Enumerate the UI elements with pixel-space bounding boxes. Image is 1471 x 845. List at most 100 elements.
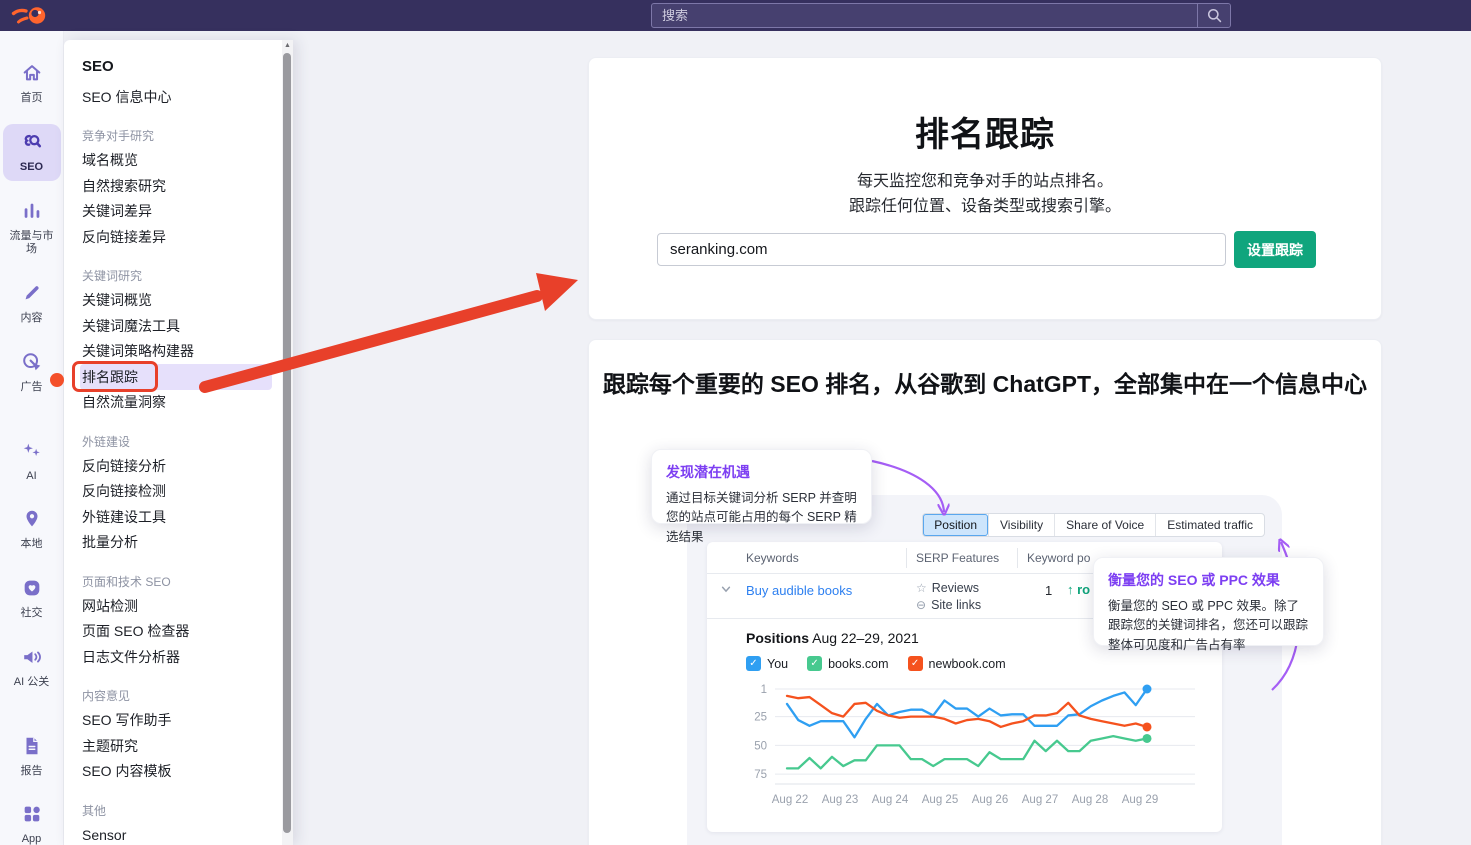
menu-item-页面-seo-检查器[interactable]: 页面 SEO 检查器 xyxy=(82,619,274,645)
bar-chart-icon xyxy=(21,200,43,227)
topbar xyxy=(0,0,1471,31)
menu-item-关键词魔法工具[interactable]: 关键词魔法工具 xyxy=(82,313,274,339)
sidebar-item-local[interactable]: 本地 xyxy=(3,501,61,558)
arrow-up-icon: ↑ xyxy=(1067,582,1077,597)
chart-heading: Positions Aug 22–29, 2021 xyxy=(746,630,919,646)
menu-item-关键词概览[interactable]: 关键词概览 xyxy=(82,288,274,314)
tooltip-measure-results: 衡量您的 SEO 或 PPC 效果 衡量您的 SEO 或 PPC 效果。除了跟踪… xyxy=(1093,557,1324,646)
home-icon xyxy=(21,62,43,89)
sidebar-item-content[interactable]: 内容 xyxy=(3,275,61,332)
legend-item-newbook.com[interactable]: ✓newbook.com xyxy=(908,656,1006,671)
search-input[interactable] xyxy=(652,4,1197,27)
legend-item-books.com[interactable]: ✓books.com xyxy=(807,656,888,671)
sidebar-item-seo[interactable]: SEO xyxy=(3,124,61,181)
menu-item-域名概览[interactable]: 域名概览 xyxy=(82,148,274,174)
menu-item-日志文件分析器[interactable]: 日志文件分析器 xyxy=(82,644,274,670)
sidebar-item-social[interactable]: 社交 xyxy=(3,570,61,627)
tab-estimated-traffic[interactable]: Estimated traffic xyxy=(1155,514,1264,536)
flyout-section-header: 外链建设 xyxy=(82,429,293,453)
legend-checkbox[interactable]: ✓ xyxy=(807,656,822,671)
menu-item-反向链接分析[interactable]: 反向链接分析 xyxy=(82,453,274,479)
flyout-section-header: 页面和技术 SEO xyxy=(82,569,293,593)
map-pin-icon xyxy=(21,508,43,535)
sidebar-item-ai-pr[interactable]: AI 公关 xyxy=(3,639,61,696)
sidebar-item-label: 流量与市场 xyxy=(5,230,59,258)
tab-position[interactable]: Position xyxy=(923,514,988,536)
flyout-scrollbar[interactable]: ▲ xyxy=(282,40,293,845)
set-tracking-button[interactable]: 设置跟踪 xyxy=(1234,231,1316,268)
rank-tracking-hero-card: 排名跟踪 每天监控您和竞争对手的站点排名。 跟踪任何位置、设备类型或搜索引擎。 … xyxy=(588,57,1382,320)
sidebar-item-label: AI 公关 xyxy=(14,676,49,690)
menu-item-seo-信息中心[interactable]: SEO 信息中心 xyxy=(82,84,274,110)
site-links-icon: ⊖ xyxy=(916,598,926,612)
scroll-up-arrow[interactable]: ▲ xyxy=(283,42,292,49)
keyword-position-value: 1 xyxy=(1045,583,1052,598)
sparkles-icon xyxy=(21,440,43,467)
sidebar-item-ai[interactable]: AI xyxy=(3,433,61,490)
app-grid-icon xyxy=(21,803,43,830)
heart-badge-icon xyxy=(21,577,43,604)
sidebar-item-label: AI xyxy=(26,470,36,484)
sidebar-item-traffic-market[interactable]: 流量与市场 xyxy=(3,193,61,264)
tab-visibility[interactable]: Visibility xyxy=(988,514,1054,536)
menu-item-自然流量洞察[interactable]: 自然流量洞察 xyxy=(82,390,274,416)
pencil-icon xyxy=(21,282,43,309)
seo-icon xyxy=(21,131,43,158)
legend-checkbox[interactable]: ✓ xyxy=(746,656,761,671)
domain-input[interactable] xyxy=(657,233,1226,266)
rank-tracker-mockup: PositionVisibilityShare of VoiceEstimate… xyxy=(687,495,1282,845)
sidebar-item-app-center[interactable]: App Center xyxy=(3,796,61,845)
menu-item-主题研究[interactable]: 主题研究 xyxy=(82,733,274,759)
column-serp-features: SERP Features xyxy=(916,551,999,565)
report-icon xyxy=(21,735,43,762)
svg-text:Aug 22: Aug 22 xyxy=(772,794,808,806)
menu-item-seo-写作助手[interactable]: SEO 写作助手 xyxy=(82,708,274,734)
keyword-link[interactable]: Buy audible books xyxy=(746,583,852,598)
global-search xyxy=(651,3,1231,28)
menu-item-反向链接差异[interactable]: 反向链接差异 xyxy=(82,224,274,250)
svg-text:50: 50 xyxy=(754,740,767,752)
svg-text:Aug 25: Aug 25 xyxy=(922,794,958,806)
legend-checkbox[interactable]: ✓ xyxy=(908,656,923,671)
mockup-tabs: PositionVisibilityShare of VoiceEstimate… xyxy=(922,513,1265,537)
search-icon xyxy=(1206,7,1223,24)
chevron-down-icon[interactable] xyxy=(720,583,732,595)
sidebar-item-label: 首页 xyxy=(21,92,43,106)
feature-title: 跟踪每个重要的 SEO 排名，从谷歌到 ChatGPT，全部集中在一个信息中心 xyxy=(595,366,1375,403)
sidebar-item-label: 社交 xyxy=(21,607,43,621)
svg-text:Aug 24: Aug 24 xyxy=(872,794,909,806)
sidebar-item-label: 广告 xyxy=(21,381,43,395)
svg-text:75: 75 xyxy=(754,769,767,781)
chart-legend: ✓You ✓books.com ✓newbook.com xyxy=(746,656,1006,671)
flyout-section-header: 竞争对手研究 xyxy=(82,124,293,148)
sidebar-item-label: 报告 xyxy=(21,765,43,779)
search-button[interactable] xyxy=(1197,4,1230,27)
semrush-logo[interactable] xyxy=(10,3,56,28)
menu-item-关键词差异[interactable]: 关键词差异 xyxy=(82,199,274,225)
tab-share-of-voice[interactable]: Share of Voice xyxy=(1054,514,1155,536)
sidebar: 首页 SEO 流量与市场内容广告 AI 本地社交 AI 公关报告 App Center xyxy=(0,31,64,845)
flyout-title: SEO xyxy=(82,58,293,84)
menu-item-网站检测[interactable]: 网站检测 xyxy=(82,593,274,619)
sidebar-item-reports[interactable]: 报告 xyxy=(3,728,61,785)
page-subtitle: 每天监控您和竞争对手的站点排名。 跟踪任何位置、设备类型或搜索引擎。 xyxy=(589,170,1381,220)
menu-item-sensor[interactable]: Sensor xyxy=(82,822,274,845)
sidebar-item-ads[interactable]: 广告 xyxy=(3,344,61,401)
scrollbar-thumb[interactable] xyxy=(283,53,291,833)
svg-text:Aug 29: Aug 29 xyxy=(1122,794,1158,806)
position-change: ↑ ro xyxy=(1067,582,1090,597)
menu-item-seo-内容模板[interactable]: SEO 内容模板 xyxy=(82,759,274,785)
flyout-section-header: 其他 xyxy=(82,798,293,822)
menu-item-外链建设工具[interactable]: 外链建设工具 xyxy=(82,504,274,530)
menu-item-自然搜索研究[interactable]: 自然搜索研究 xyxy=(82,173,274,199)
svg-text:Aug 23: Aug 23 xyxy=(822,794,858,806)
legend-item-you[interactable]: ✓You xyxy=(746,656,788,671)
menu-item-反向链接检测[interactable]: 反向链接检测 xyxy=(82,479,274,505)
sidebar-item-home[interactable]: 首页 xyxy=(3,55,61,112)
ads-click-icon xyxy=(21,351,43,378)
column-keyword-position: Keyword po xyxy=(1027,551,1090,565)
menu-item-关键词策略构建器[interactable]: 关键词策略构建器 xyxy=(82,339,274,365)
positions-line-chart: 1255075Aug 22Aug 23Aug 24Aug 25Aug 26Aug… xyxy=(717,678,1212,823)
menu-item-排名跟踪[interactable]: 排名跟踪 xyxy=(80,364,272,390)
menu-item-批量分析[interactable]: 批量分析 xyxy=(82,530,274,556)
